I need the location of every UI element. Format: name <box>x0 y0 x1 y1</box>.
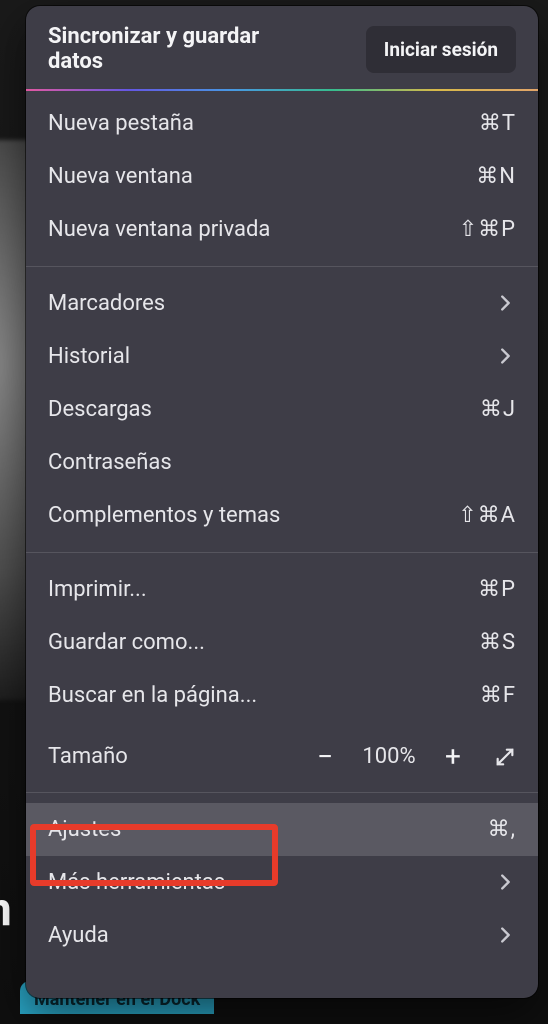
menu-item-ajustes[interactable]: Ajustes⌘, <box>26 803 538 856</box>
menu-item-guardar-como[interactable]: Guardar como...⌘S <box>26 616 538 669</box>
menu-item-label: Guardar como... <box>48 630 479 655</box>
zoom-percent: 100% <box>360 744 418 769</box>
divider <box>26 792 538 793</box>
sync-header: Sincronizar y guardar datos Iniciar sesi… <box>26 6 538 89</box>
zoom-out-button[interactable]: − <box>308 740 342 774</box>
menu-item-historial[interactable]: Historial <box>26 330 538 383</box>
menu-item-complementos-y-temas[interactable]: Complementos y temas⇧⌘A <box>26 489 538 542</box>
menu-item-nueva-ventana[interactable]: Nueva ventana⌘N <box>26 150 538 203</box>
menu-item-contrasenas[interactable]: Contraseñas <box>26 436 538 489</box>
menu-item-shortcut: ⌘F <box>480 683 516 708</box>
menu-item-shortcut: ⇧⌘A <box>458 503 516 528</box>
zoom-row: Tamaño − 100% + <box>26 728 538 788</box>
menu-item-descargas[interactable]: Descargas⌘J <box>26 383 538 436</box>
menu-item-label: Nueva ventana <box>48 164 476 189</box>
app-menu: Sincronizar y guardar datos Iniciar sesi… <box>26 6 538 998</box>
chevron-right-icon <box>494 292 516 314</box>
menu-item-shortcut: ⌘J <box>480 397 516 422</box>
menu-item-label: Ajustes <box>48 817 488 842</box>
menu-item-nueva-pestana[interactable]: Nueva pestaña⌘T <box>26 97 538 150</box>
menu-item-label: Buscar en la página... <box>48 683 480 708</box>
chevron-right-icon <box>494 345 516 367</box>
menu-item-label: Marcadores <box>48 291 494 316</box>
chevron-right-icon <box>494 924 516 946</box>
divider <box>26 552 538 553</box>
menu-item-label: Nueva pestaña <box>48 111 479 136</box>
menu-item-label: Complementos y temas <box>48 503 458 528</box>
menu-item-label: Nueva ventana privada <box>48 217 459 242</box>
menu-item-mas-herramientas[interactable]: Más herramientas <box>26 856 538 909</box>
menu-item-label: Contraseñas <box>48 450 516 475</box>
menu-item-label: Más herramientas <box>48 870 494 895</box>
menu-item-label: Descargas <box>48 397 480 422</box>
sync-title: Sincronizar y guardar datos <box>48 24 298 75</box>
zoom-label: Tamaño <box>48 744 308 769</box>
menu-item-shortcut: ⌘S <box>479 630 516 655</box>
fullscreen-button[interactable] <box>488 740 522 774</box>
sign-in-button[interactable]: Iniciar sesión <box>366 26 516 73</box>
menu-item-shortcut: ⌘N <box>476 164 516 189</box>
menu-item-label: Historial <box>48 344 494 369</box>
menu-item-ayuda[interactable]: Ayuda <box>26 909 538 962</box>
menu-item-marcadores[interactable]: Marcadores <box>26 277 538 330</box>
menu-item-imprimir[interactable]: Imprimir...⌘P <box>26 563 538 616</box>
menu-item-nueva-ventana-privada[interactable]: Nueva ventana privada⇧⌘P <box>26 203 538 256</box>
divider <box>26 266 538 267</box>
menu-item-shortcut: ⌘P <box>478 577 516 602</box>
menu-item-shortcut: ⌘T <box>479 111 516 136</box>
chevron-right-icon <box>494 871 516 893</box>
menu-item-label: Ayuda <box>48 923 494 948</box>
menu-item-shortcut: ⇧⌘P <box>459 217 516 242</box>
menu-item-buscar-en-la-pagina[interactable]: Buscar en la página...⌘F <box>26 669 538 722</box>
menu-item-label: Imprimir... <box>48 577 478 602</box>
zoom-in-button[interactable]: + <box>436 740 470 774</box>
menu-item-shortcut: ⌘, <box>488 817 516 842</box>
rainbow-divider <box>26 89 538 91</box>
